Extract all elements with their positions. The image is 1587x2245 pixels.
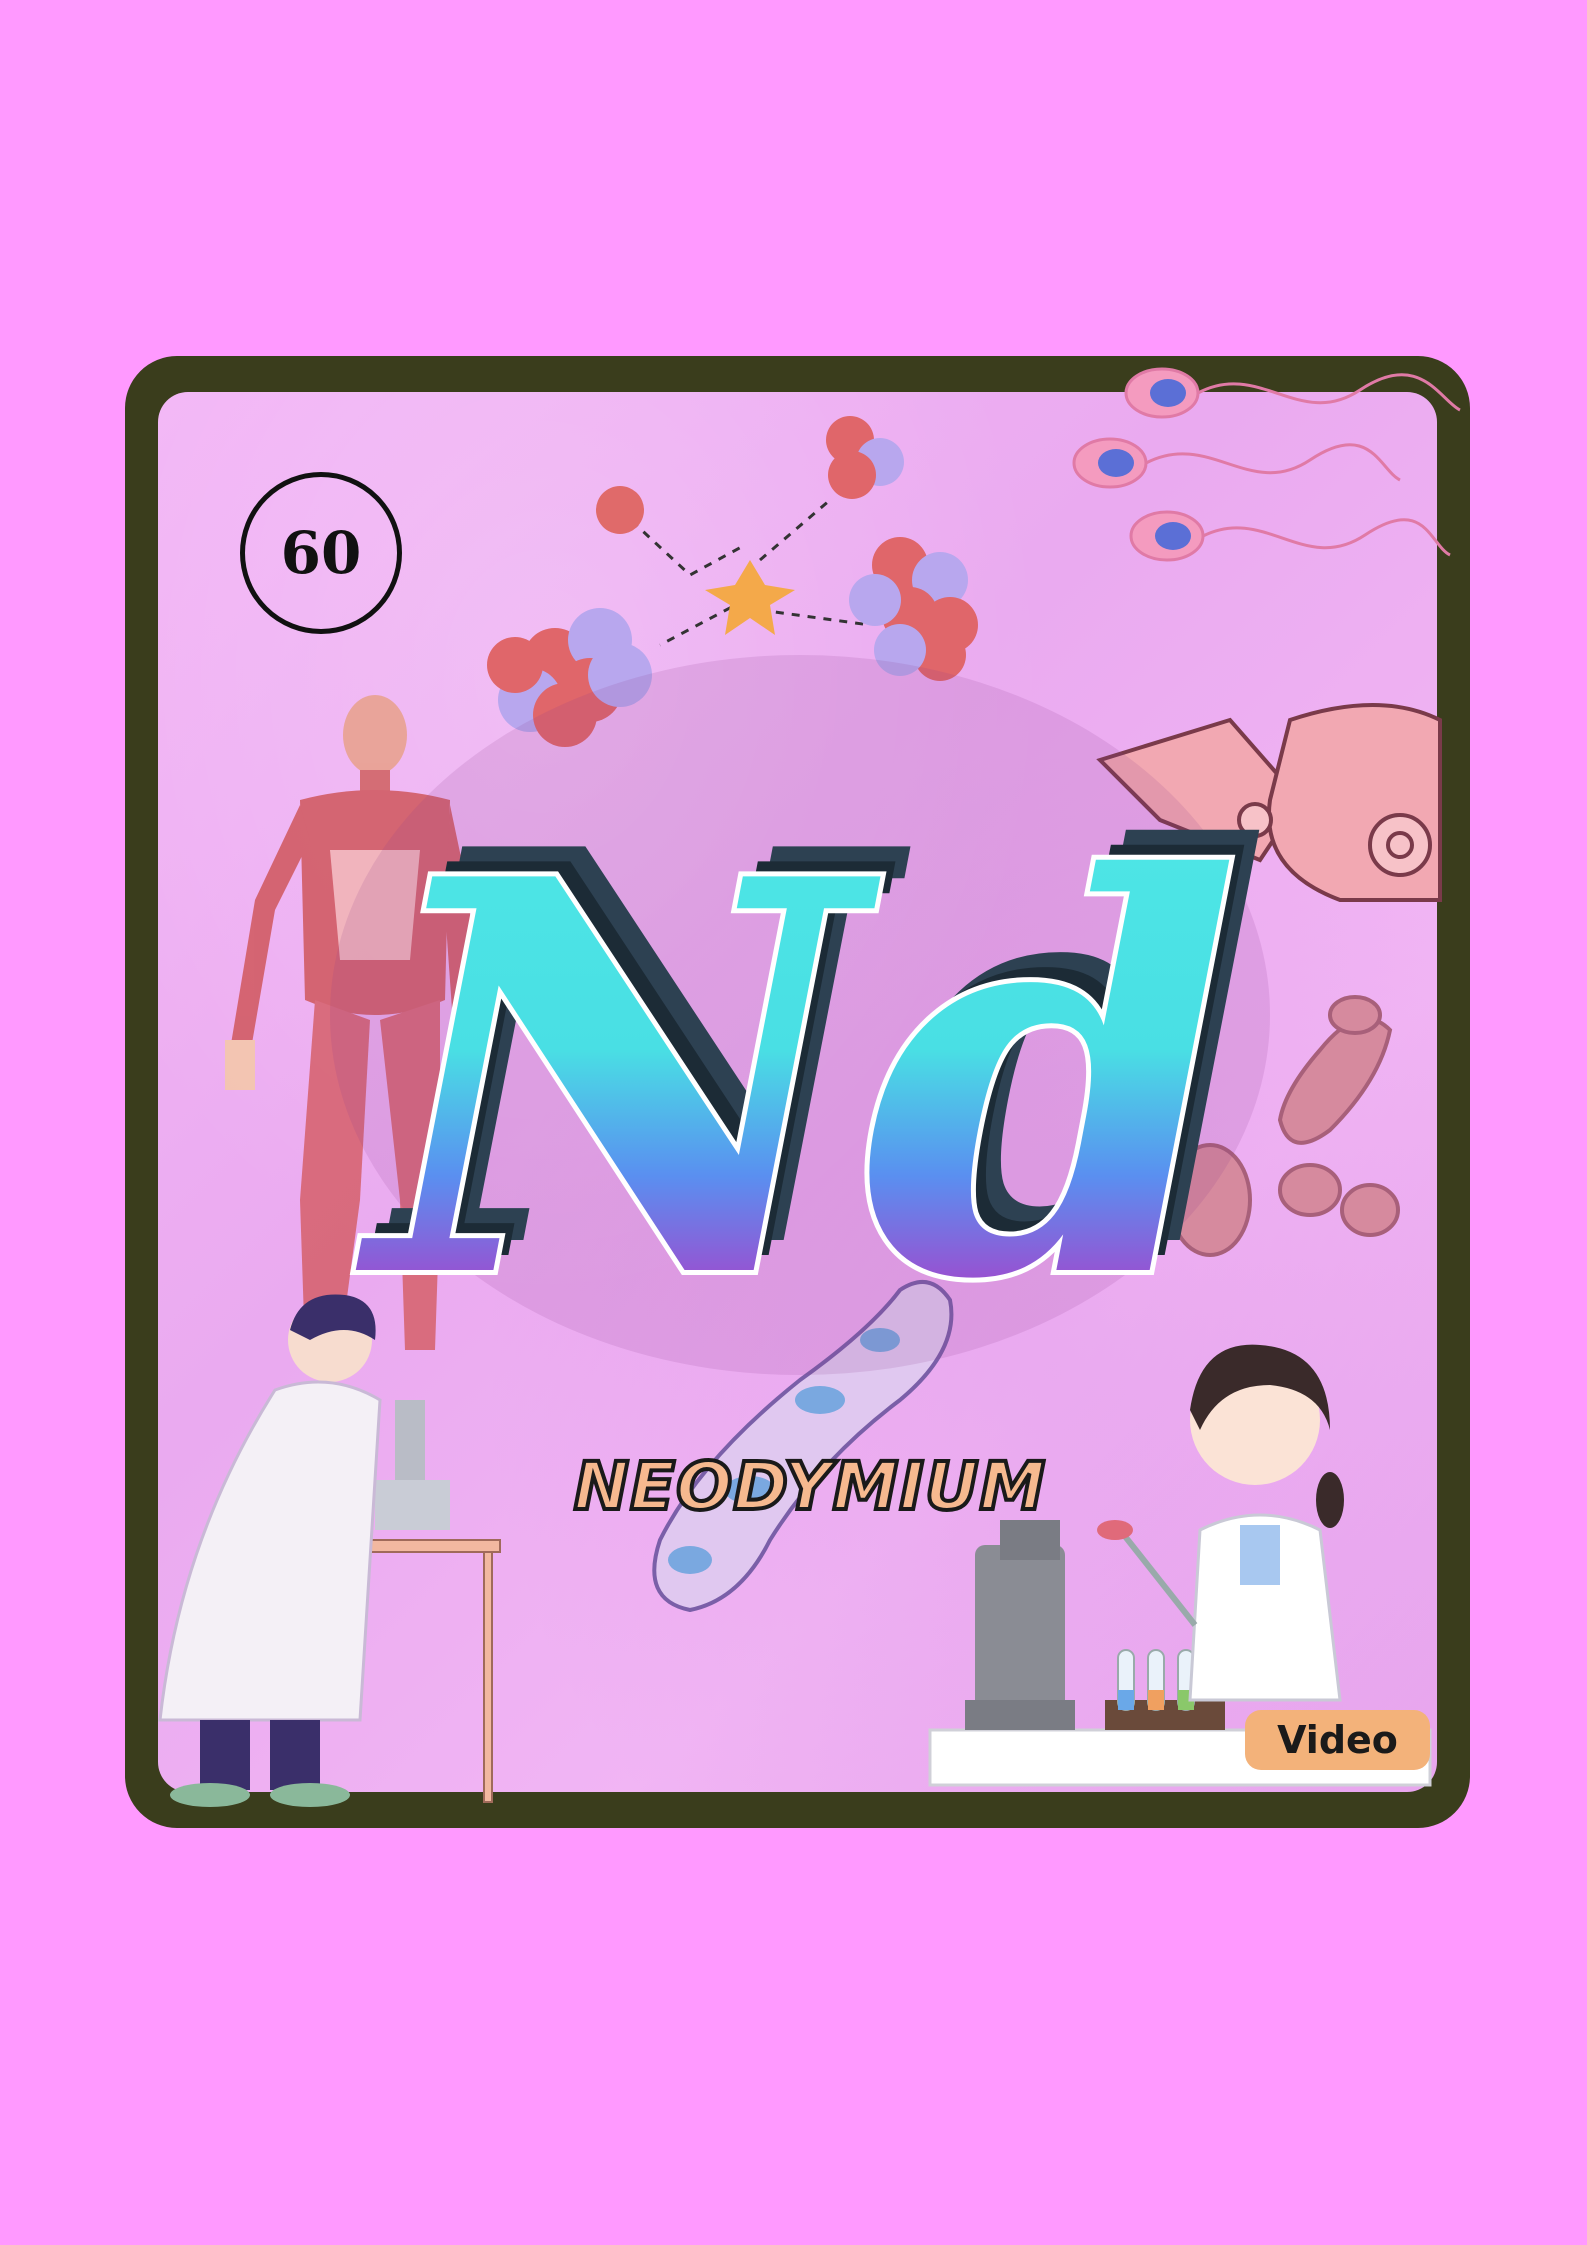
element-symbol: Nd Nd Nd [348, 734, 1260, 1340]
sperm-cells-icon [1072, 367, 1461, 562]
atomic-number-badge: 60 [240, 472, 402, 634]
symbol-text: Nd [353, 764, 1241, 1340]
element-name: NEODYMIUM [572, 1446, 1047, 1527]
video-button[interactable]: Video [1245, 1710, 1430, 1770]
scientist-with-microscope-icon [158, 1294, 501, 1807]
